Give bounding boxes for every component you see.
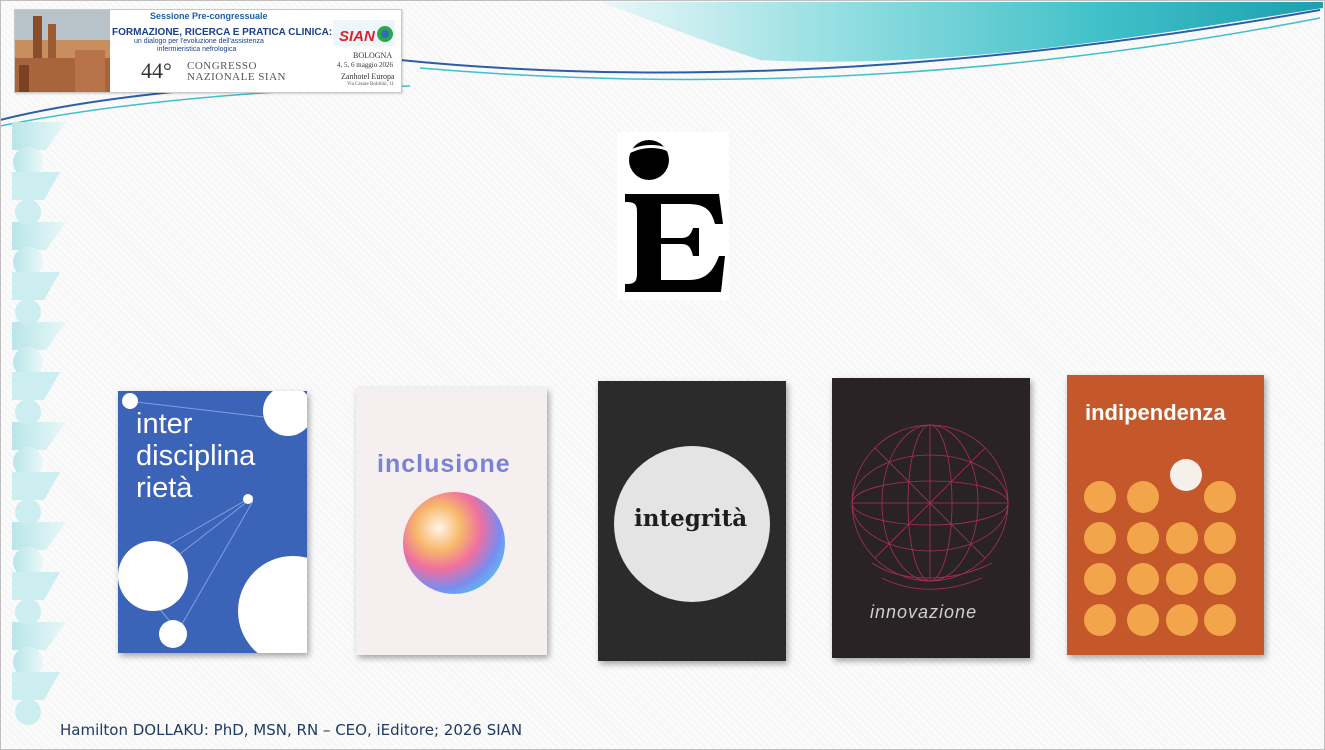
book-cover-art (356, 388, 547, 655)
banner-subtitle-1: un dialogo per l'evoluzione dell'assiste… (134, 38, 264, 45)
footer-text: Hamilton DOLLAKU: PhD, MSN, RN – CEO, iE… (60, 721, 523, 739)
book-title: indipendenza (1085, 400, 1226, 425)
congress-address: Via Cesare Boldrini, 11 (347, 82, 395, 87)
congress-number: 44° (141, 58, 172, 83)
book-indipendenza: indipendenza (1067, 375, 1264, 655)
congress-venue: Zanhotel Europa (341, 72, 395, 81)
book-integrita: integrità (598, 381, 786, 661)
session-label: Sessione Pre-congressuale (150, 11, 268, 21)
svg-text:SIAN: SIAN (339, 28, 376, 45)
left-strip-decoration (12, 122, 66, 725)
book-interdisciplinarieta: inter disciplina rietà (118, 391, 307, 653)
book-title-line-3: rietà (136, 472, 193, 504)
book-title: integrità (634, 505, 748, 532)
banner-subtitle-2: infermieristica nefrologica (157, 46, 237, 53)
book-title-line-2: disciplina (136, 440, 256, 472)
ieditore-logo-icon (617, 132, 729, 300)
book-inclusione: inclusione (356, 388, 547, 655)
book-title-line-1: inter (136, 408, 193, 440)
congress-city: BOLOGNA (353, 51, 393, 60)
sian-logo: SIAN (333, 20, 395, 46)
congress-dates: 4, 5, 6 maggio 2026 (337, 61, 393, 69)
congress-name: NAZIONALE SIAN (187, 71, 286, 83)
book-title: innovazione (870, 602, 978, 622)
bologna-towers-image (15, 10, 110, 92)
congress-banner: Sessione Pre-congressuale FORMAZIONE, RI… (14, 9, 402, 93)
slide: Sessione Pre-congressuale FORMAZIONE, RI… (0, 0, 1325, 750)
book-innovazione: innovazione (832, 378, 1030, 658)
banner-title: FORMAZIONE, RICERCA E PRATICA CLINICA: (112, 27, 333, 38)
book-title: inclusione (377, 450, 511, 478)
